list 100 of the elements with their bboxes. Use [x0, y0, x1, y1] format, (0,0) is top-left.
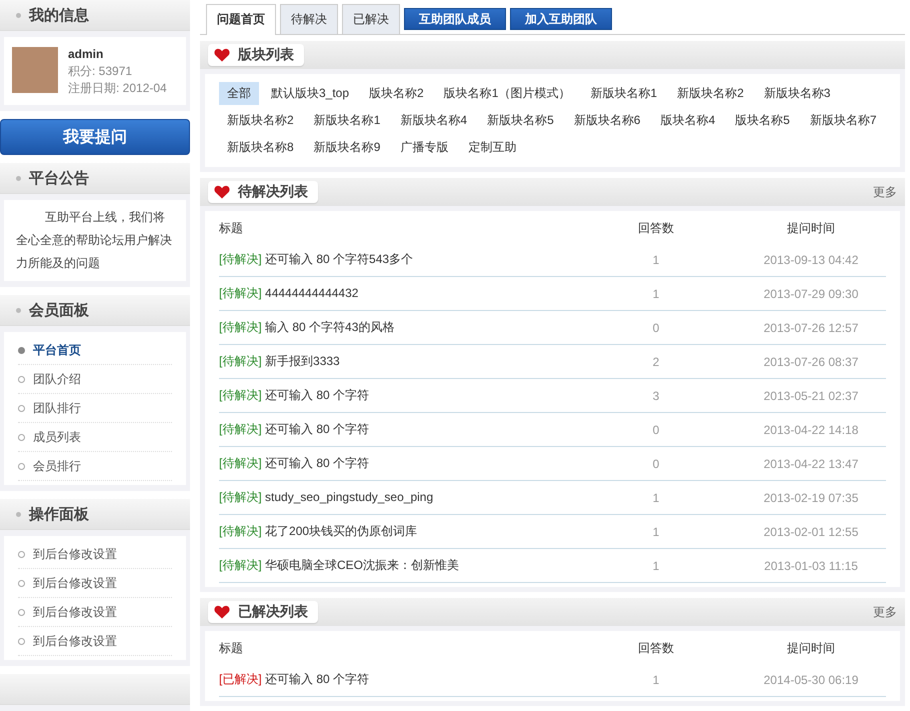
question-link[interactable]: 44444444444432 [265, 286, 358, 300]
category-link[interactable]: 新版块名称1 [582, 82, 666, 105]
bullet-icon [16, 512, 21, 516]
question-link[interactable]: 还可输入 80 个字符 [265, 422, 370, 436]
question-time: 2013-07-26 08:37 [762, 354, 860, 368]
more-link[interactable]: 更多 [873, 604, 897, 620]
heart-icon [214, 185, 230, 199]
ask-question-button[interactable]: 我要提问 [0, 119, 190, 155]
category-link[interactable]: 版块名称5 [727, 109, 798, 132]
answer-count: 0 [652, 422, 660, 436]
answer-count: 1 [652, 490, 660, 504]
question-link[interactable]: 还可输入 80 个字符 [265, 456, 370, 470]
category-link[interactable]: 新版块名称6 [566, 109, 648, 132]
menu-link[interactable]: 会员排行 [33, 458, 81, 474]
category-link[interactable]: 版块名称1（图片模式） [436, 82, 578, 105]
question-time: 2013-01-03 11:15 [763, 558, 859, 572]
question-link[interactable]: 花了200块钱买的伪原创词库 [265, 524, 418, 538]
circle-bullet-icon [18, 404, 25, 412]
circle-bullet-icon [18, 434, 25, 440]
question-link[interactable]: 还可输入 80 个字符 [265, 388, 370, 402]
category-link[interactable]: 新版块名称8 [219, 136, 302, 159]
question-link[interactable]: 输入 80 个字符43的风格 [265, 320, 394, 334]
question-time: 2013-07-29 09:30 [762, 286, 860, 300]
status-tag: [待解决] [219, 524, 262, 538]
question-link[interactable]: 华硕电脑全球CEO沈振来：创新惟美 [265, 558, 460, 572]
status-tag: [待解决] [219, 286, 262, 300]
category-link[interactable]: 广播专版 [392, 136, 456, 159]
category-link[interactable]: 新版块名称4 [392, 109, 476, 132]
answer-count: 1 [652, 252, 660, 266]
panel-title: 平台公告 [29, 168, 89, 188]
panel-title: 操作面板 [29, 504, 89, 524]
heart-icon [214, 605, 230, 619]
question-time: 2013-04-22 13:47 [762, 456, 860, 470]
question-time: 2013-05-21 02:37 [762, 388, 860, 402]
answer-count: 0 [652, 320, 660, 334]
question-link[interactable]: 新手报到3333 [265, 354, 340, 368]
team-button[interactable]: 加入互助团队 [510, 8, 612, 30]
menu-link[interactable]: 平台首页 [33, 342, 81, 358]
category-link[interactable]: 新版块名称3 [756, 82, 838, 105]
category-link[interactable]: 新版块名称5 [479, 109, 562, 132]
category-link[interactable]: 新版块名称9 [306, 136, 388, 159]
answer-count: 1 [652, 524, 660, 538]
circle-bullet-icon [18, 376, 25, 382]
category-link[interactable]: 版块名称4 [652, 109, 724, 132]
section-title-badge: 已解决列表 [208, 601, 318, 623]
answer-count: 0 [652, 456, 660, 470]
category-link[interactable]: 新版块名称7 [802, 109, 884, 132]
menu-link[interactable]: 到后台修改设置 [33, 632, 117, 650]
heart-icon [214, 48, 230, 62]
section-title-badge: 待解决列表 [208, 181, 318, 203]
category-link[interactable]: 新版块名称2 [219, 109, 302, 132]
category-link[interactable]: 定制互助 [460, 136, 524, 159]
column-header: 提问时间 [786, 220, 836, 236]
category-link[interactable]: 版块名称2 [361, 82, 432, 105]
question-time: 2013-09-13 04:42 [762, 252, 860, 266]
status-tag: [待解决] [219, 320, 262, 334]
tab[interactable]: 待解决 [280, 4, 338, 34]
category-link[interactable]: 默认版块3_top [263, 82, 358, 105]
circle-bullet-icon [18, 550, 25, 558]
tab[interactable]: 问题首页 [206, 4, 276, 35]
answer-count: 2 [652, 354, 660, 368]
menu-link[interactable]: 成员列表 [33, 428, 81, 446]
menu-link[interactable]: 到后台修改设置 [33, 574, 117, 592]
category-link[interactable]: 新版块名称2 [669, 82, 752, 105]
team-button[interactable]: 互助团队成员 [404, 8, 506, 30]
menu-link[interactable]: 团队介绍 [33, 370, 81, 388]
status-tag: [待解决] [219, 490, 262, 504]
menu-link[interactable]: 到后台修改设置 [33, 604, 117, 620]
question-link[interactable]: 还可输入 80 个字符543多个 [265, 252, 414, 266]
registration-date: 注册日期: 2012-04 [68, 81, 167, 95]
status-tag: [待解决] [219, 354, 262, 368]
category-link[interactable]: 全部 [219, 82, 259, 105]
avatar-placeholder [12, 47, 58, 93]
question-time: 2013-02-19 07:35 [762, 490, 860, 504]
circle-bullet-icon [18, 580, 25, 586]
status-tag: [待解决] [219, 456, 262, 470]
status-tag: [待解决] [219, 388, 262, 402]
column-header: 标题 [219, 640, 244, 656]
points-text: 积分: 53971 [68, 64, 134, 78]
panel-title: 会员面板 [29, 300, 89, 320]
menu-link[interactable]: 到后台修改设置 [33, 546, 117, 562]
tab[interactable]: 已解决 [342, 4, 400, 34]
column-header: 回答数 [637, 640, 675, 656]
bullet-icon [16, 308, 21, 312]
menu-link[interactable]: 团队排行 [33, 400, 81, 416]
circle-bullet-icon [18, 638, 25, 644]
username[interactable]: admin [68, 47, 167, 61]
category-link[interactable]: 新版块名称1 [306, 109, 388, 132]
section-title-badge: 版块列表 [208, 44, 304, 66]
question-time: 2014-05-30 06:19 [762, 672, 860, 686]
column-header: 标题 [219, 220, 244, 236]
question-link[interactable]: study_seo_pingstudy_seo_ping [265, 490, 434, 504]
bullet-icon [16, 176, 21, 180]
circle-bullet-icon [18, 608, 25, 616]
question-time: 2013-07-26 12:57 [762, 320, 860, 334]
answer-count: 1 [652, 672, 660, 686]
bullet-icon [16, 12, 21, 18]
more-link[interactable]: 更多 [873, 184, 897, 200]
question-link[interactable]: 还可输入 80 个字符 [265, 672, 370, 686]
status-tag: [待解决] [219, 558, 262, 572]
